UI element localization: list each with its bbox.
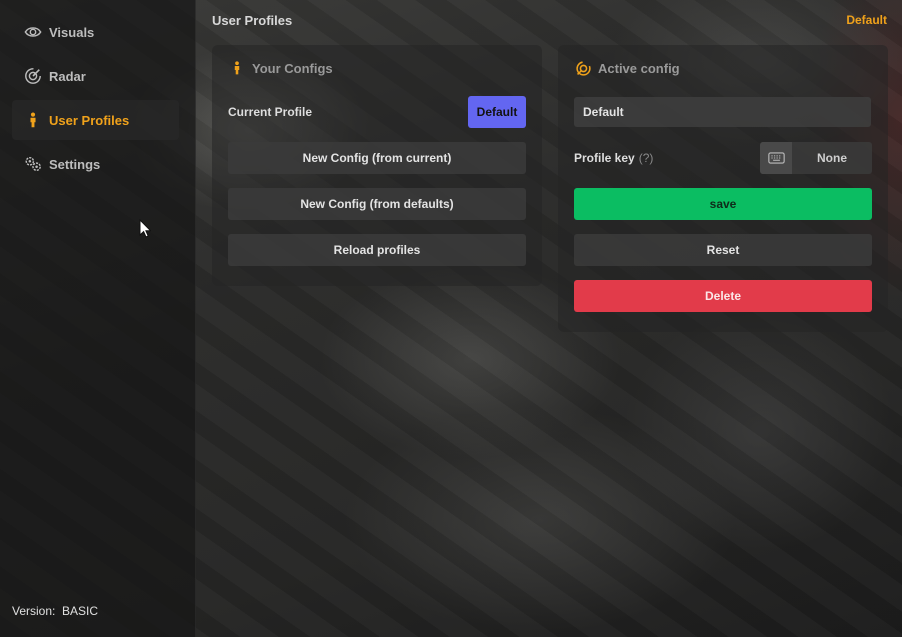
your-configs-title: Your Configs [252,60,333,76]
profile-key-help[interactable]: (?) [639,151,654,165]
delete-button[interactable]: Delete [574,280,872,312]
sidebar-item-user-profiles[interactable]: User Profiles [12,100,179,140]
mouse-cursor [139,218,152,243]
your-configs-panel: Your Configs Current Profile Default New… [212,45,542,286]
sidebar-item-label: User Profiles [49,112,130,128]
your-configs-header: Your Configs [228,59,333,77]
save-button[interactable]: save [574,188,872,220]
version-value: BASIC [62,604,99,618]
profile-key-binder[interactable]: None [760,142,872,174]
person-icon [228,59,246,77]
current-profile-selector[interactable]: Default [468,96,526,128]
sidebar-item-settings[interactable]: Settings [12,144,179,184]
reset-button[interactable]: Reset [574,234,872,266]
version-info: Version: BASIC [12,604,98,618]
new-config-from-current-button[interactable]: New Config (from current) [228,142,526,174]
gears-icon [23,154,43,174]
sidebar-item-label: Visuals [49,24,95,40]
sidebar: Visuals Radar User Profiles Settings Ver… [0,0,196,637]
current-profile-indicator: Default [846,13,887,27]
version-label: Version: [12,604,56,618]
keyboard-icon [760,142,792,174]
reload-profiles-button[interactable]: Reload profiles [228,234,526,266]
profile-key-text: Profile key [574,151,635,165]
active-config-icon [574,59,592,77]
sidebar-item-visuals[interactable]: Visuals [12,12,179,52]
current-profile-label: Current Profile [228,105,313,119]
active-config-panel: Active config Default Profile key (?) Non… [558,45,888,332]
new-config-from-defaults-button[interactable]: New Config (from defaults) [228,188,526,220]
eye-icon [23,22,43,42]
profile-key-label: Profile key (?) [574,151,653,165]
active-config-header: Active config [574,59,680,77]
person-icon [23,110,43,130]
sidebar-item-label: Radar [49,68,86,84]
profile-key-value: None [817,151,847,165]
radar-icon [23,66,43,86]
config-name-field[interactable]: Default [574,97,871,127]
sidebar-item-radar[interactable]: Radar [12,56,179,96]
sidebar-item-label: Settings [49,156,101,172]
page-title: User Profiles [212,13,293,28]
active-config-title: Active config [598,60,680,76]
